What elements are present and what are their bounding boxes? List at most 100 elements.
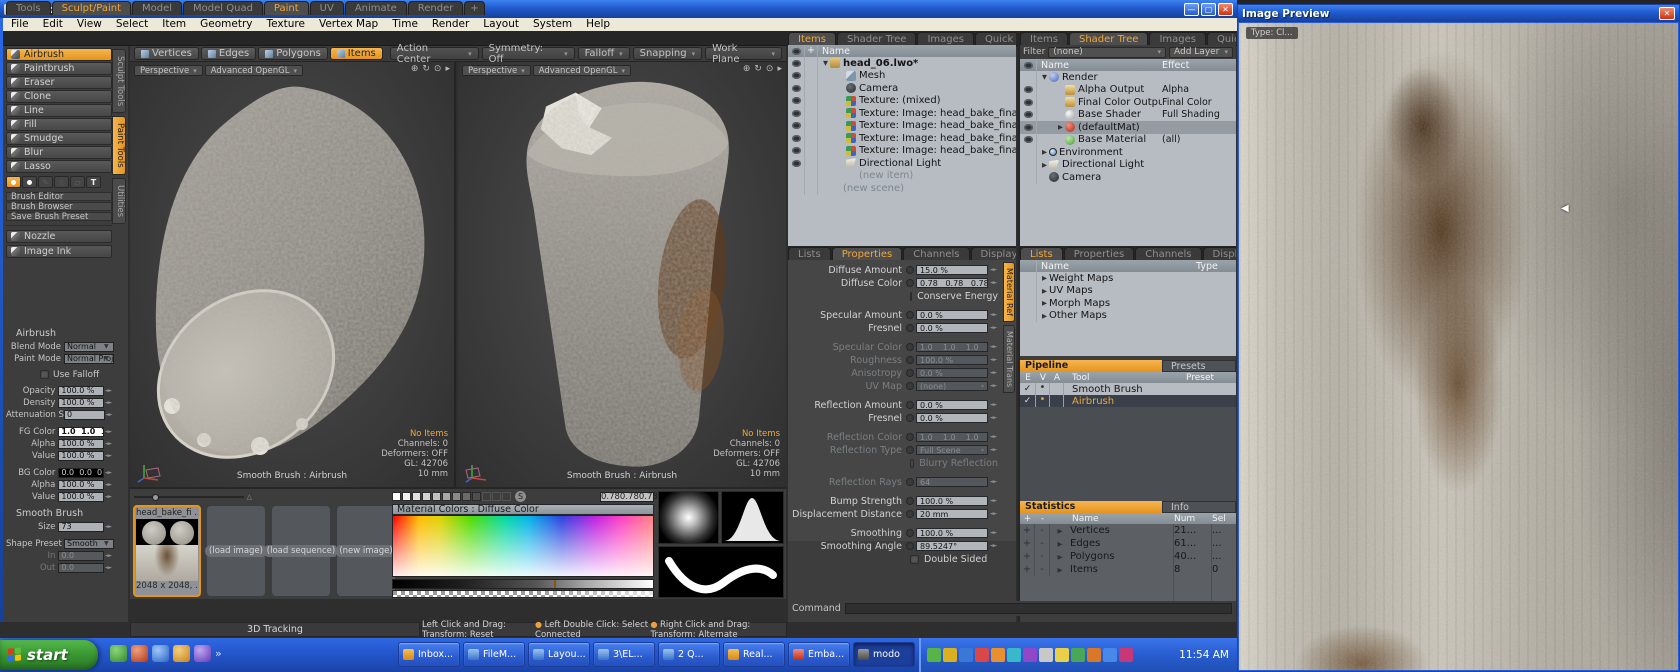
zoom-icon[interactable]: ⊙ <box>766 64 774 74</box>
eye-icon[interactable] <box>792 97 801 104</box>
mini-slider-icon[interactable]: ◄► <box>988 383 998 389</box>
stone-mesh-right[interactable] <box>476 70 776 470</box>
tray-icon[interactable] <box>1087 648 1101 662</box>
mini-slider-icon[interactable]: ◄► <box>104 494 112 500</box>
ink-button[interactable]: Nozzle <box>6 230 112 243</box>
panel-tab[interactable]: Channels <box>1135 247 1201 260</box>
sidebar-vertical-tab[interactable]: Paint Tools <box>112 116 126 175</box>
swatch[interactable] <box>412 492 421 501</box>
tray-icon[interactable] <box>927 648 941 662</box>
mini-slider-icon[interactable]: ◄► <box>104 429 112 435</box>
expander-icon[interactable]: ▶ <box>1040 161 1049 169</box>
property-field[interactable]: 1.0 1.0 1.0 <box>916 432 988 442</box>
prop-field[interactable]: 1.0 1.0 1.0 <box>58 427 104 437</box>
taskbar-button[interactable]: modo <box>853 642 915 667</box>
tray-icon[interactable] <box>1071 648 1085 662</box>
panel-tab[interactable]: Quick Tips <box>975 32 1016 45</box>
viewport-right[interactable]: Perspective▾ Advanced OpenGL▾ ⊕↻⊙▸ <box>458 62 786 487</box>
tray-icon[interactable] <box>975 648 989 662</box>
mini-slider-icon[interactable]: ◄► <box>988 370 998 376</box>
remove-icon[interactable]: - <box>1035 563 1050 576</box>
mini-slider-icon[interactable]: ◄► <box>104 388 112 394</box>
effect-column-header[interactable]: Effect <box>1162 60 1236 71</box>
map-list-row[interactable]: ▶ UV Maps <box>1020 285 1236 298</box>
swatch[interactable] <box>452 492 461 501</box>
expander-icon[interactable]: ▶ <box>1040 287 1049 295</box>
enable-check-icon[interactable]: ✓ <box>1020 395 1036 407</box>
envelope-toggle[interactable] <box>906 279 914 287</box>
material-vertical-tab[interactable]: Material Trans <box>1003 325 1015 393</box>
toolbar-dropdown[interactable]: Work Plane▾ <box>705 47 782 60</box>
property-field[interactable]: 64 <box>916 477 988 487</box>
statistics-row[interactable]: + - ▶ Polygons 40... ... <box>1020 550 1236 563</box>
chevron-overflow-icon[interactable]: » <box>215 647 222 660</box>
item-row[interactable]: Texture: Image: head_bake_final_02d (6) <box>788 145 1016 158</box>
remove-icon[interactable]: - <box>1035 524 1050 537</box>
shading-button[interactable]: Advanced OpenGL▾ <box>533 65 631 76</box>
property-field[interactable]: 0.0 % <box>916 323 988 333</box>
collapse-arrow-icon[interactable]: ◀ <box>1561 203 1569 214</box>
maximize-button[interactable]: ▢ <box>1201 3 1216 16</box>
envelope-toggle[interactable] <box>906 266 914 274</box>
eye-icon[interactable] <box>1024 99 1033 106</box>
image-slot-button[interactable]: (load sequence) <box>271 505 331 597</box>
tray-icon[interactable] <box>1103 648 1117 662</box>
menu-item[interactable]: Vertex Map <box>312 18 385 31</box>
mini-slider-icon[interactable]: ◄► <box>988 325 998 331</box>
shader-row[interactable]: Final Color Output Final Color <box>1020 96 1236 109</box>
property-field[interactable]: (none) <box>916 381 988 391</box>
image-slot-button[interactable]: (new image) <box>336 505 396 597</box>
menu-item[interactable]: Edit <box>36 18 70 31</box>
quick-launch-icon[interactable] <box>173 645 190 662</box>
property-field[interactable]: 100.0 % <box>916 496 988 506</box>
item-row[interactable]: Texture: Image: head_bake_final_02d (5) <box>788 132 1016 145</box>
property-field[interactable]: 0.0 % <box>916 413 988 423</box>
expander-icon[interactable]: ▼ <box>821 59 830 67</box>
eye-icon[interactable] <box>792 60 801 67</box>
remove-icon[interactable]: - <box>1035 550 1050 563</box>
tool-button[interactable]: Airbrush <box>6 48 112 61</box>
name-column-header[interactable]: Name <box>1037 261 1069 272</box>
envelope-toggle[interactable] <box>906 446 914 454</box>
quick-launch-icon[interactable] <box>131 645 148 662</box>
item-row[interactable]: ▼ head_06.lwo* <box>788 57 1016 70</box>
pan-icon[interactable]: ⊕ <box>743 64 751 74</box>
envelope-toggle[interactable] <box>906 497 914 505</box>
statistics-row[interactable]: + - ▶ Vertices 21... ... <box>1020 524 1236 537</box>
shader-row[interactable]: ▶ (defaultMat) <box>1020 121 1236 134</box>
zoom-icon[interactable]: ⊙ <box>434 64 442 74</box>
remove-icon[interactable]: - <box>1035 537 1050 550</box>
taskbar-button[interactable]: Layou... <box>528 642 590 667</box>
pipeline-header[interactable]: Pipeline <box>1020 360 1162 372</box>
swatch[interactable] <box>422 492 431 501</box>
taskbar-button[interactable]: 3\EL... <box>593 642 655 667</box>
prop-field[interactable]: 100.0 % <box>58 480 104 490</box>
eye-icon[interactable] <box>792 110 801 117</box>
mini-slider-icon[interactable]: ◄► <box>988 434 998 440</box>
material-vertical-tab[interactable]: Material Ref <box>1003 262 1015 322</box>
quick-launch-icon[interactable] <box>110 645 127 662</box>
mini-slider-icon[interactable]: ◄► <box>988 267 998 273</box>
sidebar-vertical-tab[interactable]: Utilities <box>112 178 126 224</box>
tray-icon[interactable] <box>991 648 1005 662</box>
toolbar-dropdown[interactable]: Snapping▾ <box>633 47 703 60</box>
item-row[interactable]: Mesh <box>788 70 1016 83</box>
property-field[interactable]: 15.0 % <box>916 265 988 275</box>
expander-icon[interactable]: ▶ <box>1050 540 1070 548</box>
tray-icon[interactable] <box>1039 648 1053 662</box>
tool-button[interactable]: Blur <box>6 146 112 159</box>
expander-icon[interactable]: ▶ <box>1050 566 1070 574</box>
panel-tab[interactable]: Items <box>1020 32 1068 45</box>
pan-icon[interactable]: ⊕ <box>411 64 419 74</box>
expander-icon[interactable]: ▼ <box>1040 73 1049 81</box>
mini-slider-icon[interactable]: ◄► <box>988 530 998 536</box>
layout-tab[interactable]: Sculpt/Paint <box>52 1 131 15</box>
envelope-toggle[interactable] <box>906 433 914 441</box>
item-row[interactable]: Directional Light <box>788 157 1016 170</box>
property-field[interactable]: 0.0 % <box>916 400 988 410</box>
saturation-button[interactable]: S <box>515 491 526 502</box>
mini-slider-icon[interactable]: ◄► <box>104 453 112 459</box>
shader-row[interactable]: Alpha Output Alpha <box>1020 84 1236 97</box>
layout-tab[interactable]: Tools <box>6 1 51 15</box>
expander-icon[interactable]: ▶ <box>1040 148 1049 156</box>
